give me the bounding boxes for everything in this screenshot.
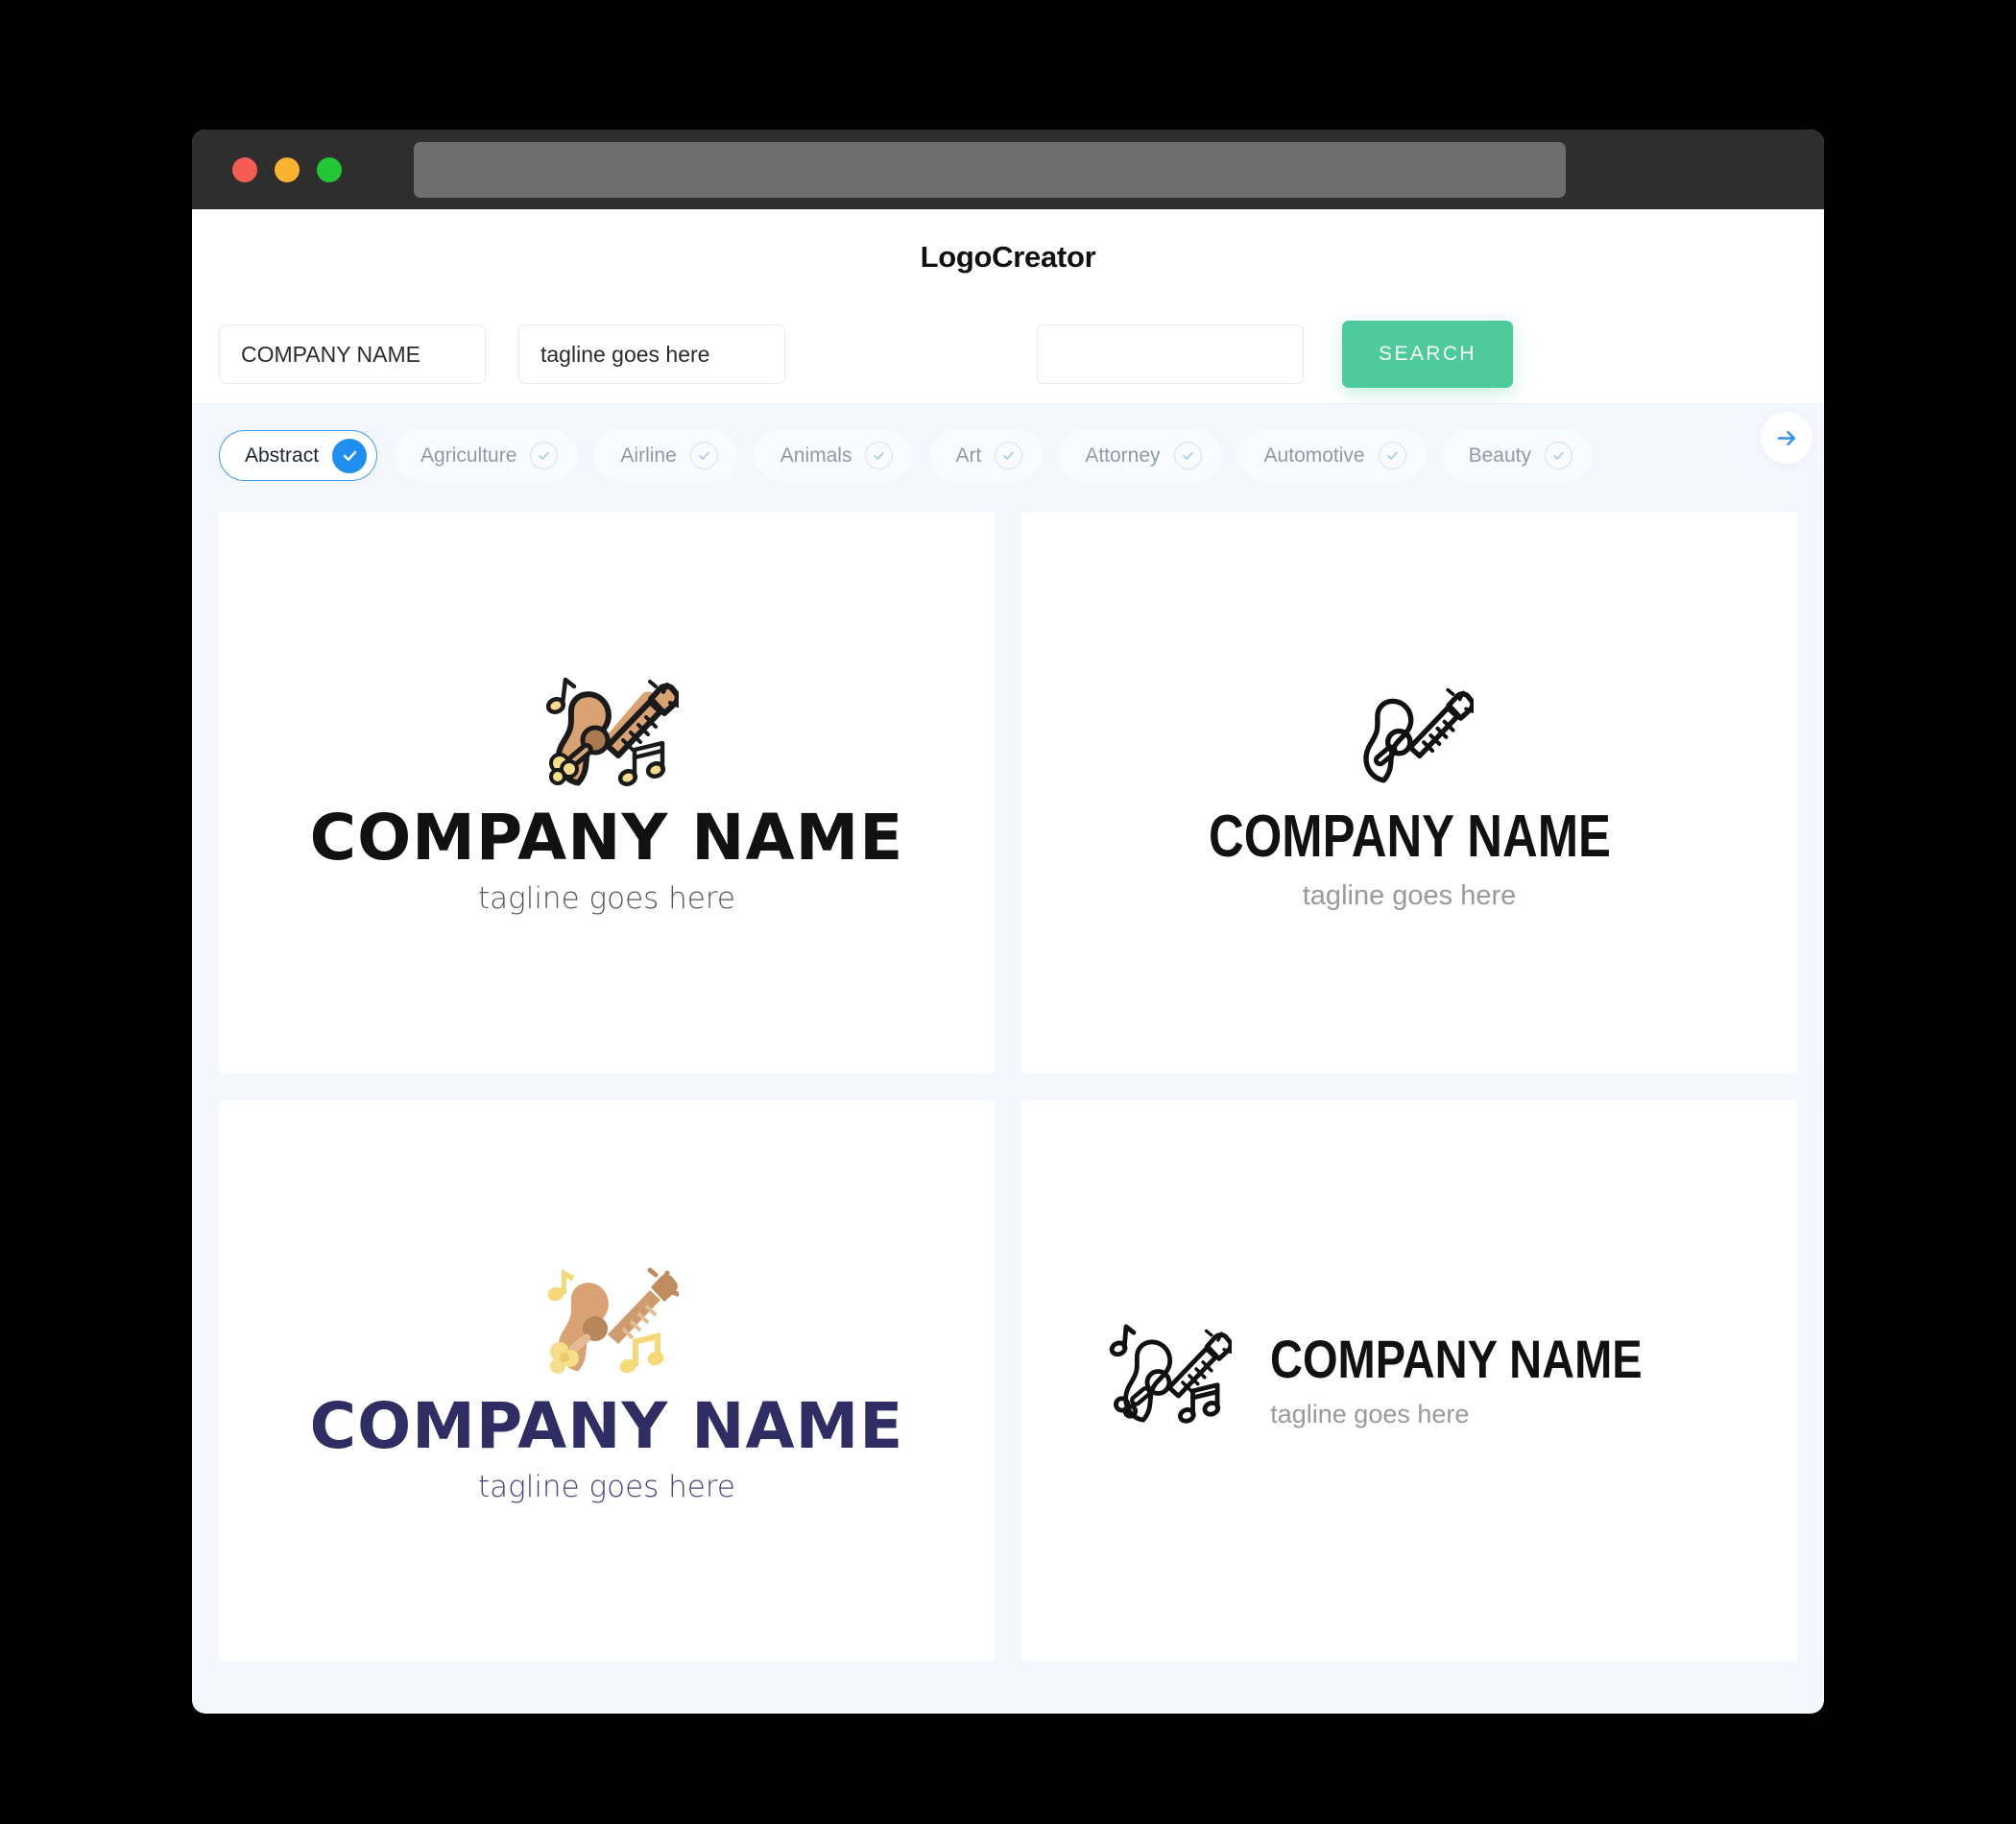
logo-company-name: COMPANY NAME bbox=[1270, 1329, 1643, 1389]
check-circle-icon[interactable] bbox=[332, 438, 368, 473]
category-chip-label: Agriculture bbox=[420, 444, 517, 467]
check-circle-icon[interactable] bbox=[995, 442, 1023, 469]
category-chip-label: Beauty bbox=[1468, 444, 1531, 467]
category-chip-attorney[interactable]: Attorney bbox=[1059, 430, 1221, 481]
check-circle-icon[interactable] bbox=[865, 442, 894, 469]
logo-tagline: tagline goes here bbox=[1270, 1400, 1470, 1428]
category-chip-abstract[interactable]: Abstract bbox=[219, 430, 378, 481]
category-chip-agriculture[interactable]: Agriculture bbox=[395, 430, 578, 481]
logo-tagline: tagline goes here bbox=[477, 1470, 736, 1504]
guitar-lineart-icon bbox=[1345, 674, 1476, 802]
guitar-lineart-notes-icon bbox=[1105, 1315, 1234, 1441]
logo-card[interactable]: COMPANY NAME tagline goes here bbox=[219, 1100, 995, 1662]
category-chip-airline[interactable]: Airline bbox=[594, 430, 737, 481]
category-chip-automotive[interactable]: Automotive bbox=[1237, 430, 1426, 481]
check-circle-icon[interactable] bbox=[1173, 442, 1202, 469]
logo-card[interactable]: COMPANY NAME tagline goes here bbox=[1021, 512, 1797, 1073]
close-window-button[interactable] bbox=[232, 156, 257, 182]
category-chip-label: Airline bbox=[620, 444, 677, 467]
browser-window: LogoCreator SEARCH Abstract Agriculture Ai… bbox=[192, 130, 1824, 1714]
site-header: LogoCreator bbox=[192, 209, 1824, 305]
minimize-window-button[interactable] bbox=[275, 156, 300, 182]
browser-titlebar bbox=[192, 130, 1824, 209]
category-chip-animals[interactable]: Animals bbox=[754, 430, 913, 481]
logo-company-name: COMPANY NAME bbox=[309, 1389, 904, 1463]
logo-tagline: tagline goes here bbox=[477, 881, 736, 916]
check-circle-icon[interactable] bbox=[530, 442, 559, 469]
address-bar[interactable] bbox=[414, 141, 1566, 198]
category-chip-label: Art bbox=[955, 444, 982, 467]
category-chip-list: Abstract Agriculture Airline Animals Art Atto… bbox=[219, 430, 1797, 481]
logo-company-name: COMPANY NAME bbox=[1208, 803, 1611, 870]
logo-company-name: COMPANY NAME bbox=[309, 801, 904, 875]
company-name-input[interactable] bbox=[219, 324, 486, 384]
search-toolbar: SEARCH bbox=[192, 305, 1824, 404]
check-circle-icon[interactable] bbox=[689, 442, 718, 469]
logo-tagline: tagline goes here bbox=[1302, 879, 1517, 911]
check-circle-icon[interactable] bbox=[1378, 442, 1406, 469]
category-chip-beauty[interactable]: Beauty bbox=[1442, 430, 1592, 481]
arrow-right-icon[interactable] bbox=[1761, 412, 1812, 464]
category-filter-bar: Abstract Agriculture Airline Animals Art Atto… bbox=[192, 404, 1824, 512]
check-circle-icon[interactable] bbox=[1545, 442, 1572, 469]
logo-card[interactable]: COMPANY NAME tagline goes here bbox=[1021, 1100, 1797, 1662]
category-chip-art[interactable]: Art bbox=[929, 430, 1043, 481]
category-chip-label: Automotive bbox=[1263, 444, 1365, 467]
tagline-input[interactable] bbox=[518, 324, 785, 384]
guitar-flat-icon bbox=[535, 1258, 681, 1389]
category-chip-label: Attorney bbox=[1085, 444, 1161, 467]
logo-results-grid: COMPANY NAME tagline goes here COMPANY N… bbox=[192, 512, 1824, 1689]
traffic-lights bbox=[232, 156, 342, 182]
maximize-window-button[interactable] bbox=[317, 156, 342, 182]
guitar-color-outline-icon bbox=[535, 669, 681, 801]
logo-card[interactable]: COMPANY NAME tagline goes here bbox=[219, 512, 995, 1073]
page-title: LogoCreator bbox=[920, 240, 1096, 274]
keyword-input[interactable] bbox=[1037, 324, 1304, 384]
search-button[interactable]: SEARCH bbox=[1342, 321, 1513, 388]
category-chip-label: Animals bbox=[780, 444, 852, 467]
category-chip-label: Abstract bbox=[245, 444, 320, 467]
